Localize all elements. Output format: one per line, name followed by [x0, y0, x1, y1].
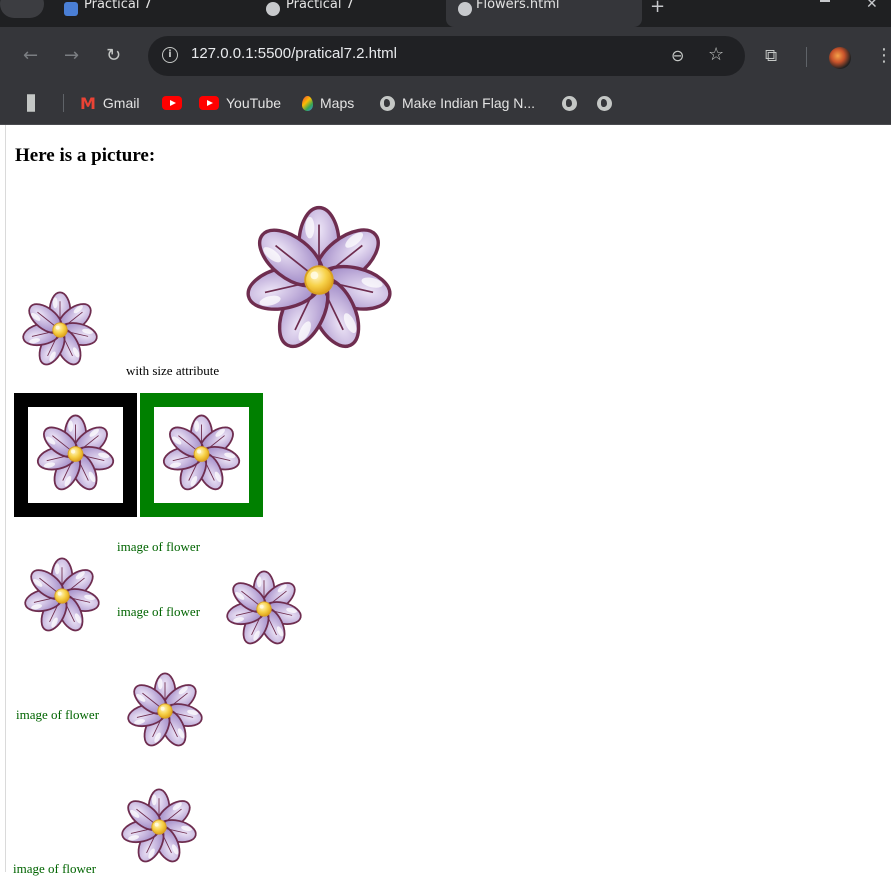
flower-image-right	[222, 569, 306, 649]
youtube-icon	[199, 96, 219, 110]
gmail-icon: M	[80, 93, 96, 113]
globe-icon	[458, 2, 472, 16]
menu-kebab-icon[interactable]: ⋮	[875, 47, 891, 65]
globe-icon	[562, 95, 577, 111]
flower-image-black-border	[33, 413, 118, 495]
flower-image-row5	[117, 787, 201, 867]
profile-avatar[interactable]	[829, 47, 851, 69]
green-border-frame	[140, 393, 263, 517]
tab-search-button[interactable]	[0, 0, 44, 18]
back-icon[interactable]: ←	[23, 47, 38, 65]
flower-caption-top: image of flower	[117, 539, 201, 554]
bookmark-label: Gmail	[102, 95, 140, 111]
black-border-frame	[14, 393, 137, 517]
size-attribute-caption: with size attribute	[126, 363, 220, 378]
new-tab-button[interactable]: +	[650, 0, 665, 17]
bookmarks-bar: M Gmail YouTube Maps Make Indian Flag N.…	[0, 84, 891, 125]
forward-icon[interactable]: →	[64, 47, 79, 65]
tab-practical-1[interactable]: Practical 7	[54, 0, 244, 27]
bookmark-label: Maps	[320, 95, 355, 111]
flower-image-small	[18, 290, 102, 370]
globe-icon	[597, 95, 612, 111]
address-bar[interactable]: i 127.0.0.1:5500/pratical7.2.html ⊖ ☆	[148, 36, 745, 76]
flower-caption-row5: image of flower	[13, 861, 97, 876]
flower-caption-middle: image of flower	[117, 604, 201, 619]
zoom-icon[interactable]: ⊖	[671, 47, 684, 65]
globe-icon	[266, 2, 280, 16]
tab-title: Practical 7	[286, 0, 354, 12]
site-info-icon[interactable]: i	[162, 47, 178, 63]
bookmarks-divider	[63, 94, 64, 112]
apps-button[interactable]	[27, 93, 50, 113]
bookmark-globe-2[interactable]	[597, 93, 619, 113]
bookmark-youtube-icon-only[interactable]	[162, 93, 189, 113]
tab-title: Practical 7	[84, 0, 152, 12]
close-icon[interactable]: ✕	[866, 0, 878, 12]
flower-image-row4	[123, 671, 207, 751]
bookmark-star-icon[interactable]: ☆	[708, 46, 724, 64]
flower-image-large	[239, 203, 399, 357]
tab-active[interactable]: Flowers.html	[446, 0, 642, 27]
url-text[interactable]: 127.0.0.1:5500/pratical7.2.html	[191, 45, 397, 62]
bookmark-label: YouTube	[226, 95, 282, 111]
tab-strip: Practical 7 Practical 7 Flowers.html + ✕	[0, 0, 891, 27]
youtube-icon	[162, 96, 182, 110]
bookmark-youtube[interactable]: YouTube	[199, 93, 281, 113]
tab-title: Flowers.html	[476, 0, 560, 12]
toolbar-divider	[806, 47, 807, 67]
browser-toolbar: ← → ↻ i 127.0.0.1:5500/pratical7.2.html …	[0, 27, 891, 84]
extensions-icon[interactable]: ⧉	[765, 47, 777, 65]
bookmark-indian-flag[interactable]: Make Indian Flag N...	[380, 93, 535, 113]
apps-grid-icon	[27, 94, 43, 112]
bookmark-maps[interactable]: Maps	[302, 93, 354, 113]
page-viewport: Here is a picture: with size attribute i…	[5, 125, 891, 876]
maps-pin-icon	[302, 95, 313, 111]
flower-caption-row4: image of flower	[16, 707, 100, 722]
flower-image-left	[20, 556, 104, 636]
bookmark-globe-1[interactable]	[562, 93, 584, 113]
minimize-icon[interactable]	[820, 0, 830, 2]
tab-practical-2[interactable]: Practical 7	[256, 0, 446, 27]
flower-image-green-border	[159, 413, 244, 495]
bookmark-gmail[interactable]: M Gmail	[80, 93, 139, 113]
page-heading: Here is a picture:	[15, 145, 156, 166]
globe-icon	[380, 95, 395, 111]
tab-favicon-icon	[64, 2, 78, 16]
bookmark-label: Make Indian Flag N...	[402, 95, 536, 111]
reload-icon[interactable]: ↻	[106, 47, 121, 65]
